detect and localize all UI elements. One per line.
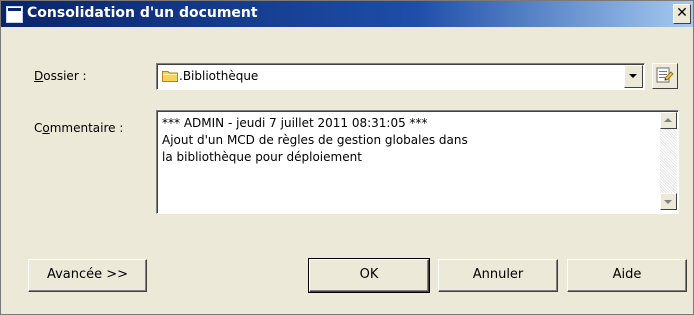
- help-button[interactable]: Aide: [567, 259, 687, 292]
- folder-properties-button[interactable]: [652, 63, 678, 89]
- title-bar[interactable]: Consolidation d'un document ✕: [1, 1, 693, 27]
- folder-combobox[interactable]: .Bibliothèque: [156, 63, 645, 90]
- folder-dropdown-button[interactable]: [624, 65, 643, 88]
- folder-icon: [162, 71, 178, 82]
- properties-icon: [656, 67, 674, 83]
- comment-line: la bibliothèque pour déploiement: [162, 150, 362, 164]
- window-icon: [6, 6, 23, 23]
- scroll-up-button[interactable]: [660, 112, 677, 129]
- comment-scrollbar[interactable]: [660, 112, 677, 210]
- comment-text: *** ADMIN - jeudi 7 juillet 2011 08:31:0…: [162, 115, 642, 166]
- comment-label: Commentaire :: [34, 121, 124, 135]
- ok-button[interactable]: OK: [308, 258, 430, 293]
- window-title: Consolidation d'un document: [27, 5, 258, 21]
- advanced-button[interactable]: Avancée >>: [28, 259, 147, 292]
- folder-value: .Bibliothèque: [179, 69, 259, 83]
- cancel-button[interactable]: Annuler: [438, 259, 558, 292]
- folder-label: Dossier :: [34, 69, 87, 83]
- consolidation-dialog: Consolidation d'un document ✕ Dossier : …: [0, 0, 694, 315]
- comment-textarea[interactable]: *** ADMIN - jeudi 7 juillet 2011 08:31:0…: [156, 110, 679, 214]
- comment-line: Ajout d'un MCD de règles de gestion glob…: [162, 133, 468, 147]
- comment-line: *** ADMIN - jeudi 7 juillet 2011 08:31:0…: [162, 116, 428, 130]
- close-button[interactable]: ✕: [673, 4, 691, 24]
- scroll-down-button[interactable]: [660, 193, 677, 210]
